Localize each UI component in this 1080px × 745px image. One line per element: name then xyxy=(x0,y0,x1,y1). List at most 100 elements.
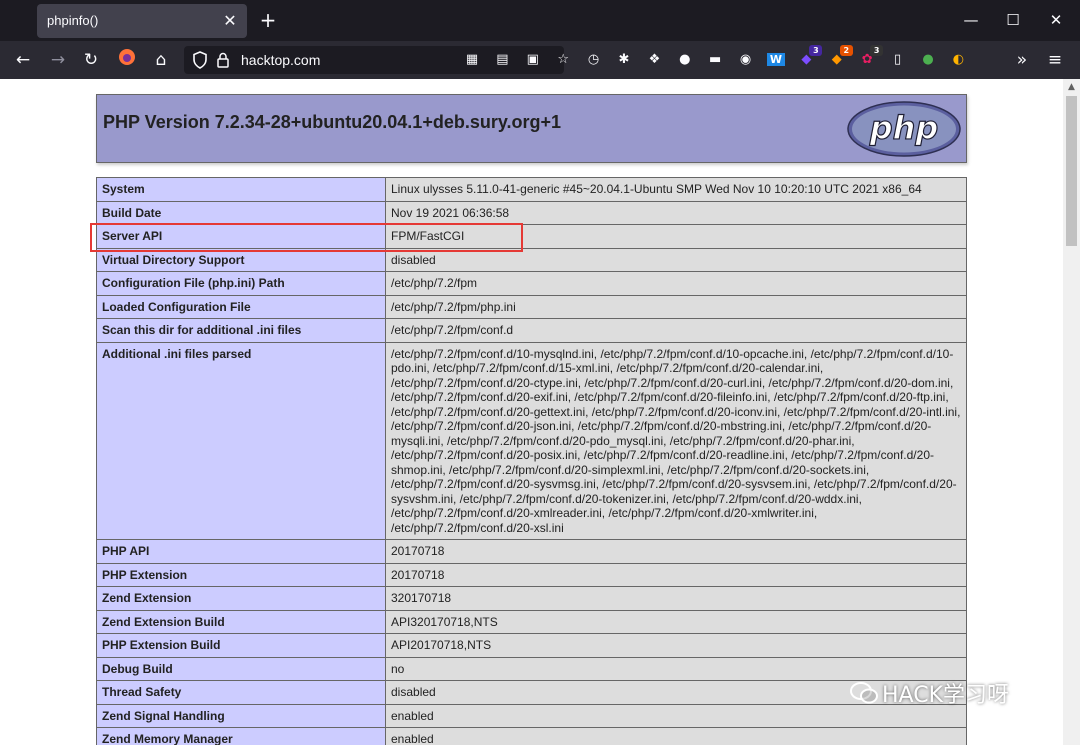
row-key: PHP Extension xyxy=(96,562,386,587)
row-value: Nov 19 2021 06:36:58 xyxy=(385,200,967,225)
hacker-icon-glyph: ◐ xyxy=(952,52,965,67)
cube-icon[interactable]: ❖ xyxy=(644,50,664,70)
watermark: HACK学习呀 xyxy=(850,677,1009,711)
table-row: Debug Build no xyxy=(96,656,967,681)
puzzle-icon[interactable]: ✿ 3 xyxy=(857,45,884,70)
table-row: PHP Extension 20170718 xyxy=(96,562,967,587)
row-key: Thread Safety xyxy=(96,680,386,705)
history-clock-icon-glyph: ◷ xyxy=(587,52,600,67)
row-value: /etc/php/7.2/fpm/conf.d/10-mysqlnd.ini, … xyxy=(385,341,967,540)
lock-icon[interactable] xyxy=(216,52,230,72)
row-value: API20170718,NTS xyxy=(385,633,967,658)
tab-phpinfo[interactable]: phpinfo() ✕ xyxy=(37,4,247,38)
eye-icon[interactable]: ◉ xyxy=(736,50,756,70)
bug-icon-glyph: ✱ xyxy=(618,52,630,67)
wappalyzer-icon-glyph: W xyxy=(766,53,786,66)
table-row: Thread Safety disabled xyxy=(96,680,967,705)
php-version-header: PHP Version 7.2.34-28+ubuntu20.04.1+deb.… xyxy=(96,94,967,163)
table-row: Loaded Configuration File/etc/php/7.2/fp… xyxy=(96,294,967,319)
forward-button[interactable]: → xyxy=(45,48,71,72)
table-row: Build Date Nov 19 2021 06:36:58 xyxy=(96,200,967,225)
row-key: Zend Extension xyxy=(96,586,386,611)
server-icon-glyph: ▤ xyxy=(496,52,509,67)
sidebar-icon[interactable]: ▯ xyxy=(888,50,908,70)
tab-title: phpinfo() xyxy=(47,13,99,28)
new-tab-button[interactable]: + xyxy=(256,8,280,32)
row-key: Zend Memory Manager xyxy=(96,727,386,745)
minimize-button[interactable]: — xyxy=(956,8,986,32)
overflow-menu-button[interactable]: » xyxy=(1009,48,1035,72)
firefox-extension-icon[interactable] xyxy=(114,48,140,72)
navigation-toolbar: ← → ↻ ⌂ hacktop.com ▦ ▤ ▣ ☆ ◷ ✱ ❖ ● ▬ ◉ W ◆ 3 ◆ 2 ✿ 3 ▯ ● ◐… xyxy=(0,41,1080,79)
home-button[interactable]: ⌂ xyxy=(148,48,174,72)
row-key: Loaded Configuration File xyxy=(96,294,386,319)
page-title: PHP Version 7.2.34-28+ubuntu20.04.1+deb.… xyxy=(103,112,562,132)
row-key: System xyxy=(96,177,386,202)
server-api-highlight-box xyxy=(90,223,523,252)
table-row: System Linux ulysses 5.11.0-41-generic #4… xyxy=(96,177,967,202)
tab-strip: phpinfo() ✕ + — ☐ ✕ xyxy=(0,0,1080,41)
row-value: 320170718 xyxy=(385,586,967,611)
tab-close-icon[interactable]: ✕ xyxy=(219,10,241,32)
row-key: Scan this dir for additional .ini files xyxy=(96,318,386,343)
hacker-icon[interactable]: ◐ xyxy=(948,50,968,70)
bug-icon[interactable]: ✱ xyxy=(614,50,634,70)
cube-icon-glyph: ❖ xyxy=(648,52,661,67)
row-key: Debug Build xyxy=(96,656,386,681)
hat-icon[interactable]: ▬ xyxy=(705,50,725,70)
row-value: 20170718 xyxy=(385,562,967,587)
watermark-text: HACK学习呀 xyxy=(882,683,1009,708)
ball-icon-glyph: ● xyxy=(679,52,691,67)
app-menu-button[interactable]: ≡ xyxy=(1042,48,1068,72)
monitor-icon[interactable]: ▣ xyxy=(523,50,543,70)
toggle-icon[interactable]: ● xyxy=(918,50,938,70)
eye-icon-glyph: ◉ xyxy=(739,52,752,67)
scroll-up-arrow-icon[interactable]: ▲ xyxy=(1066,81,1077,93)
row-value: API320170718,NTS xyxy=(385,609,967,634)
back-button[interactable]: ← xyxy=(10,48,36,72)
monitor-icon-glyph: ▣ xyxy=(526,52,539,67)
table-row: PHP API 20170718 xyxy=(96,539,967,564)
row-value: enabled xyxy=(385,727,967,745)
fox-orange-icon[interactable]: ◆ 2 xyxy=(827,45,853,70)
history-clock-icon[interactable]: ◷ xyxy=(584,50,604,70)
row-key: Configuration File (php.ini) Path xyxy=(96,271,386,296)
toggle-icon-glyph: ● xyxy=(922,52,934,67)
row-value: /etc/php/7.2/fpm xyxy=(385,271,967,296)
wappalyzer-icon[interactable]: W xyxy=(766,50,786,70)
shield-icon[interactable] xyxy=(192,51,208,73)
scrollbar-thumb[interactable] xyxy=(1066,96,1077,246)
sidebar-icon-glyph: ▯ xyxy=(894,52,902,67)
php-logo-text: php xyxy=(869,109,939,147)
table-row: Zend Extension Build API320170718,NTS xyxy=(96,609,967,634)
row-key: Zend Extension Build xyxy=(96,609,386,634)
row-value: Linux ulysses 5.11.0-41-generic #45~20.0… xyxy=(385,177,967,202)
row-key: PHP Extension Build xyxy=(96,633,386,658)
maximize-button[interactable]: ☐ xyxy=(998,8,1028,32)
url-text: hacktop.com xyxy=(241,52,321,68)
table-row: Zend Memory Manager enabled xyxy=(96,727,967,745)
table-row: Additional .ini files parsed/etc/php/7.2… xyxy=(96,341,967,540)
bookmark-star-icon-glyph: ☆ xyxy=(557,52,570,67)
qr-code-icon[interactable]: ▦ xyxy=(462,50,482,70)
ball-icon[interactable]: ● xyxy=(675,50,695,70)
row-value: /etc/php/7.2/fpm/conf.d xyxy=(385,318,967,343)
shield-purple-icon[interactable]: ◆ 3 xyxy=(796,45,823,70)
page-content: PHP Version 7.2.34-28+ubuntu20.04.1+deb.… xyxy=(0,79,1063,745)
table-row: Scan this dir for additional .ini files /… xyxy=(96,318,967,343)
reload-button[interactable]: ↻ xyxy=(78,48,104,72)
table-row: Configuration File (php.ini) Path/etc/ph… xyxy=(96,271,967,296)
phpinfo-table: System Linux ulysses 5.11.0-41-generic #4… xyxy=(96,177,967,745)
extension-badge: 3 xyxy=(809,45,823,56)
extension-badge: 3 xyxy=(870,45,884,56)
window-close-button[interactable]: ✕ xyxy=(1041,8,1071,32)
table-row: PHP Extension Build API20170718,NTS xyxy=(96,633,967,658)
qr-code-icon-glyph: ▦ xyxy=(465,52,479,67)
php-logo: php xyxy=(846,101,962,161)
server-icon[interactable]: ▤ xyxy=(492,50,512,70)
vertical-scrollbar[interactable]: ▲ xyxy=(1063,79,1080,745)
wechat-icon xyxy=(850,681,878,711)
bookmark-star-icon[interactable]: ☆ xyxy=(553,50,573,70)
row-key: PHP API xyxy=(96,539,386,564)
row-value: /etc/php/7.2/fpm/php.ini xyxy=(385,294,967,319)
